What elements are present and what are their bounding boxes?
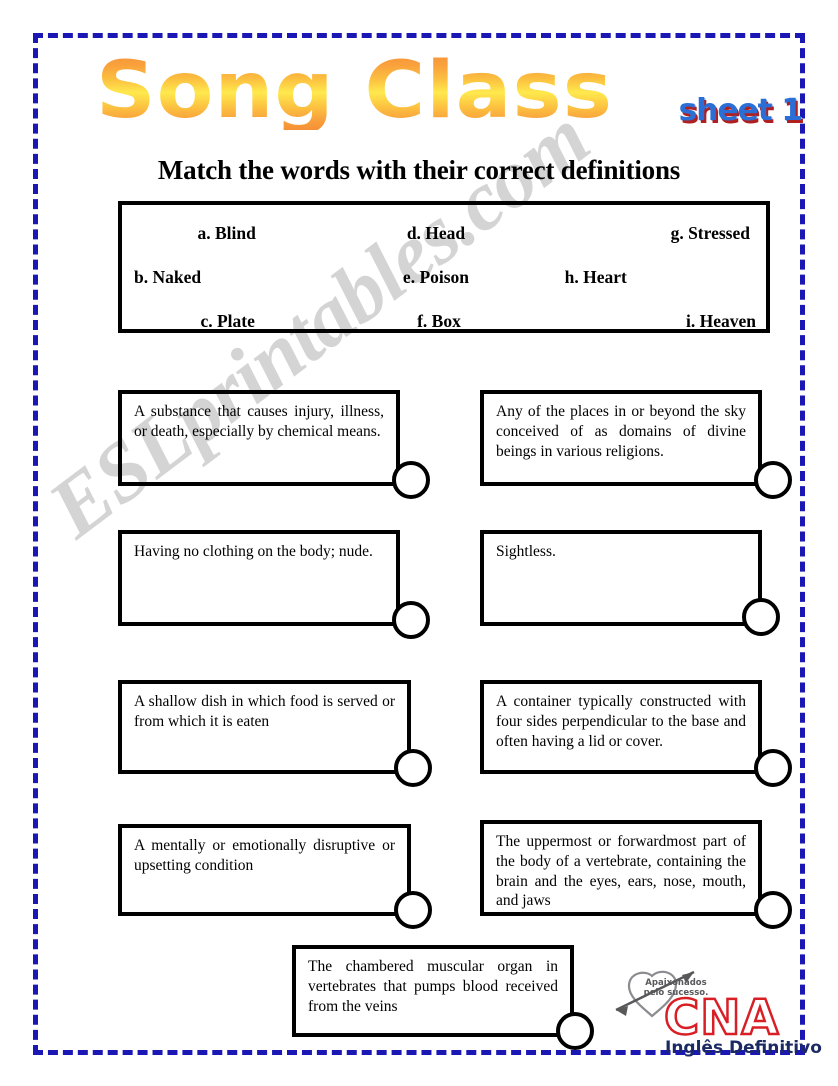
answer-circle[interactable] bbox=[392, 601, 430, 639]
definition-box: Having no clothing on the body; nude. bbox=[118, 530, 400, 626]
definition-text: A container typically constructed with f… bbox=[496, 693, 746, 750]
answer-circle[interactable] bbox=[754, 461, 792, 499]
answer-circle[interactable] bbox=[394, 891, 432, 929]
word-bank-item[interactable]: f. Box bbox=[333, 311, 544, 332]
definition-text: Any of the places in or beyond the sky c… bbox=[496, 403, 746, 460]
word-bank-item[interactable]: c. Plate bbox=[122, 311, 333, 332]
answer-circle[interactable] bbox=[392, 461, 430, 499]
definition-text: A shallow dish in which food is served o… bbox=[134, 693, 395, 730]
word-bank-box: a. Blind d. Head g. Stressed b. Naked e.… bbox=[118, 201, 770, 333]
word-bank-item[interactable]: g. Stressed bbox=[541, 223, 766, 244]
definition-box: A substance that causes injury, illness,… bbox=[118, 390, 400, 486]
instruction-text: Match the words with their correct defin… bbox=[157, 155, 681, 185]
logo-slogan-line1: Apaixonados bbox=[645, 978, 707, 988]
word-bank-item[interactable]: b. Naked bbox=[122, 267, 335, 288]
answer-circle[interactable] bbox=[394, 749, 432, 787]
definition-box: A container typically constructed with f… bbox=[480, 680, 762, 774]
definition-box: Sightless. bbox=[480, 530, 762, 626]
definition-box: A shallow dish in which food is served o… bbox=[118, 680, 411, 774]
word-bank-row: b. Naked e. Poison h. Heart bbox=[122, 255, 766, 299]
definition-text: A substance that causes injury, illness,… bbox=[134, 403, 384, 440]
page-title: Song Class bbox=[96, 46, 614, 136]
sheet-number-badge: sheet 1 bbox=[678, 93, 803, 128]
word-bank-item[interactable]: i. Heaven bbox=[545, 311, 766, 332]
word-bank-row: a. Blind d. Head g. Stressed bbox=[122, 211, 766, 255]
definition-box: The uppermost or forwardmost part of the… bbox=[480, 820, 762, 916]
definition-text: The chambered muscular organ in vertebra… bbox=[308, 958, 558, 1015]
definition-box: Any of the places in or beyond the sky c… bbox=[480, 390, 762, 486]
word-bank-item[interactable]: h. Heart bbox=[537, 267, 766, 288]
definition-text: A mentally or emotionally disruptive or … bbox=[134, 837, 395, 874]
definition-text: Sightless. bbox=[496, 543, 556, 560]
definition-box: The chambered muscular organ in vertebra… bbox=[292, 945, 574, 1037]
word-bank-item[interactable]: e. Poison bbox=[335, 267, 536, 288]
answer-circle[interactable] bbox=[556, 1012, 594, 1050]
logo-tagline: Inglês Definitivo bbox=[665, 1038, 822, 1058]
cna-logo: Apaixonados pelo sucesso. CNA Inglês Def… bbox=[608, 962, 822, 1062]
definition-text: The uppermost or forwardmost part of the… bbox=[496, 833, 746, 910]
word-bank-item[interactable]: d. Head bbox=[331, 223, 540, 244]
definition-box: A mentally or emotionally disruptive or … bbox=[118, 824, 411, 916]
answer-circle[interactable] bbox=[742, 598, 780, 636]
definition-text: Having no clothing on the body; nude. bbox=[134, 543, 373, 560]
word-bank-row: c. Plate f. Box i. Heaven bbox=[122, 299, 766, 343]
answer-circle[interactable] bbox=[754, 749, 792, 787]
answer-circle[interactable] bbox=[754, 891, 792, 929]
worksheet-header: Song Class Song Class sheet 1 Match the … bbox=[0, 0, 838, 195]
logo-brand: CNA bbox=[663, 990, 780, 1046]
word-bank-item[interactable]: a. Blind bbox=[122, 223, 331, 244]
